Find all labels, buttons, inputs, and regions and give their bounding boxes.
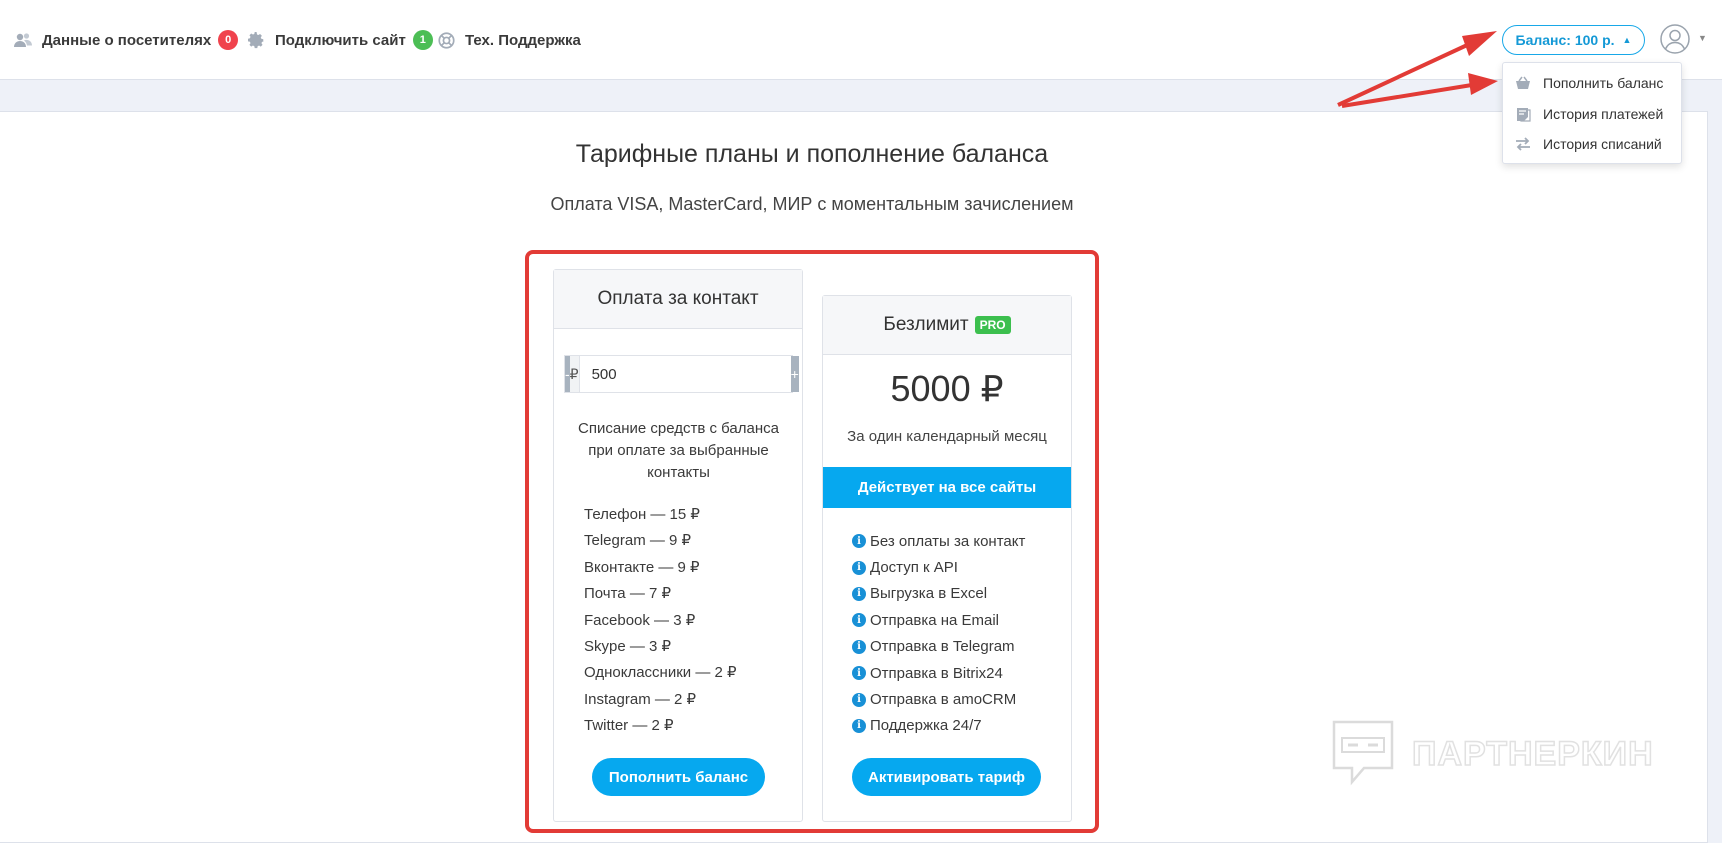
feature-label: Отправка в Telegram (870, 638, 1015, 656)
list-item: Телефон — 15 ₽ (584, 506, 700, 523)
users-icon (14, 31, 32, 49)
balance-label: Баланс: 100 р. (1515, 32, 1615, 48)
feature-label: Поддержка 24/7 (870, 717, 982, 735)
info-icon: i (852, 692, 866, 707)
plan-card-unlimited: Безлимит PRO 5000 ₽ За один календарный … (822, 295, 1072, 822)
feature-label: Отправка в Bitrix24 (870, 664, 1003, 682)
pro-badge: PRO (974, 316, 1011, 334)
chat-logo-icon (1332, 720, 1394, 786)
feature-label: Доступ к API (870, 559, 958, 577)
plan-title: Безлимит (883, 314, 969, 335)
feature-label: Отправка в amoCRM (870, 691, 1017, 709)
menu-item-payment-history[interactable]: История платежей (1503, 100, 1683, 128)
feature-list: i Без оплаты за контакт i Доступ к API i Вы… (852, 528, 1025, 739)
info-icon: i (852, 666, 866, 681)
list-item: i Отправка в amoCRM (852, 686, 1025, 712)
list-item: i Отправка на Email (852, 607, 1025, 633)
plan-price: 5000 ₽ (890, 368, 1004, 409)
visitors-count-badge: 0 (218, 30, 239, 50)
list-item: i Выгрузка в Excel (852, 581, 1025, 607)
page-title: Тарифные планы и пополнение баланса (575, 140, 1049, 168)
receipt-icon (1515, 106, 1531, 122)
list-item: i Отправка в Bitrix24 (852, 660, 1025, 686)
top-navbar: Данные о посетителях 0 Подключить сайт 1… (0, 0, 1722, 80)
amount-input[interactable] (579, 356, 791, 392)
balance-button[interactable]: Баланс: 100 р. ▲ (1502, 25, 1645, 55)
info-icon: i (852, 718, 866, 733)
top-up-balance-button[interactable]: Пополнить баланс (592, 758, 765, 796)
contact-price-list: Телефон — 15 ₽ Telegram — 9 ₽ Вконтакте … (584, 502, 737, 740)
partnerkin-watermark: ПАРТНЕРКИН (1330, 718, 1654, 790)
nav-connect-label: Подключить сайт (275, 31, 406, 49)
basket-icon (1515, 75, 1531, 91)
list-item: i Отправка в Telegram (852, 634, 1025, 660)
info-icon: i (852, 639, 866, 654)
nav-support[interactable]: Тех. Поддержка (437, 28, 581, 52)
gear-icon (247, 31, 265, 49)
plan-description: Списание средств с баланса при оплате за… (578, 420, 779, 481)
amount-stepper: - ₽ + (564, 355, 799, 393)
list-item: Skype — 3 ₽ (584, 637, 672, 655)
list-item: i Доступ к API (852, 554, 1025, 580)
plan-header: Безлимит PRO (823, 296, 1071, 355)
list-item: Telegram — 9 ₽ (584, 532, 692, 550)
list-item: Instagram — 2 ₽ (584, 690, 697, 708)
currency-addon: ₽ (569, 356, 580, 392)
list-item: i Без оплаты за контакт (852, 528, 1025, 554)
nav-support-label: Тех. Поддержка (465, 31, 581, 49)
info-icon: i (852, 613, 866, 628)
nav-visitors-label: Данные о посетителях (42, 31, 212, 49)
list-item: Одноклассники — 2 ₽ (584, 664, 737, 682)
nav-connect-site[interactable]: Подключить сайт 1 (247, 28, 433, 52)
list-item: i Поддержка 24/7 (852, 713, 1025, 739)
list-item: Вконтакте — 9 ₽ (584, 558, 700, 576)
list-item: Почта — 7 ₽ (584, 585, 672, 603)
info-icon: i (852, 560, 866, 575)
watermark-text: ПАРТНЕРКИН (1411, 734, 1654, 774)
menu-item-top-up[interactable]: Пополнить баланс (1503, 69, 1683, 97)
list-item: Facebook — 3 ₽ (584, 611, 696, 629)
plan-period: За один календарный месяц (847, 428, 1047, 445)
caret-up-icon: ▲ (1622, 35, 1632, 45)
feature-label: Отправка на Email (870, 611, 1000, 629)
page-subtitle: Оплата VISA, MasterCard, МИР с моменталь… (550, 194, 1074, 214)
info-icon: i (852, 586, 866, 601)
lifebuoy-icon (437, 31, 455, 49)
increment-button[interactable]: + (790, 356, 799, 392)
all-sites-banner: Действует на все сайты (823, 467, 1071, 508)
info-icon: i (852, 534, 866, 549)
chevron-down-icon[interactable]: ▼ (1698, 33, 1707, 43)
menu-item-label: История платежей (1543, 106, 1664, 122)
nav-visitors[interactable]: Данные о посетителях 0 (14, 28, 239, 52)
connect-count-badge: 1 (412, 30, 433, 50)
feature-label: Без оплаты за контакт (870, 532, 1026, 550)
user-avatar[interactable] (1660, 24, 1690, 54)
activate-plan-button[interactable]: Активировать тариф (852, 758, 1041, 796)
list-item: Twitter — 2 ₽ (584, 717, 674, 735)
menu-item-label: Пополнить баланс (1543, 75, 1664, 91)
feature-label: Выгрузка в Excel (870, 585, 988, 603)
plan-title: Оплата за контакт (554, 270, 802, 329)
